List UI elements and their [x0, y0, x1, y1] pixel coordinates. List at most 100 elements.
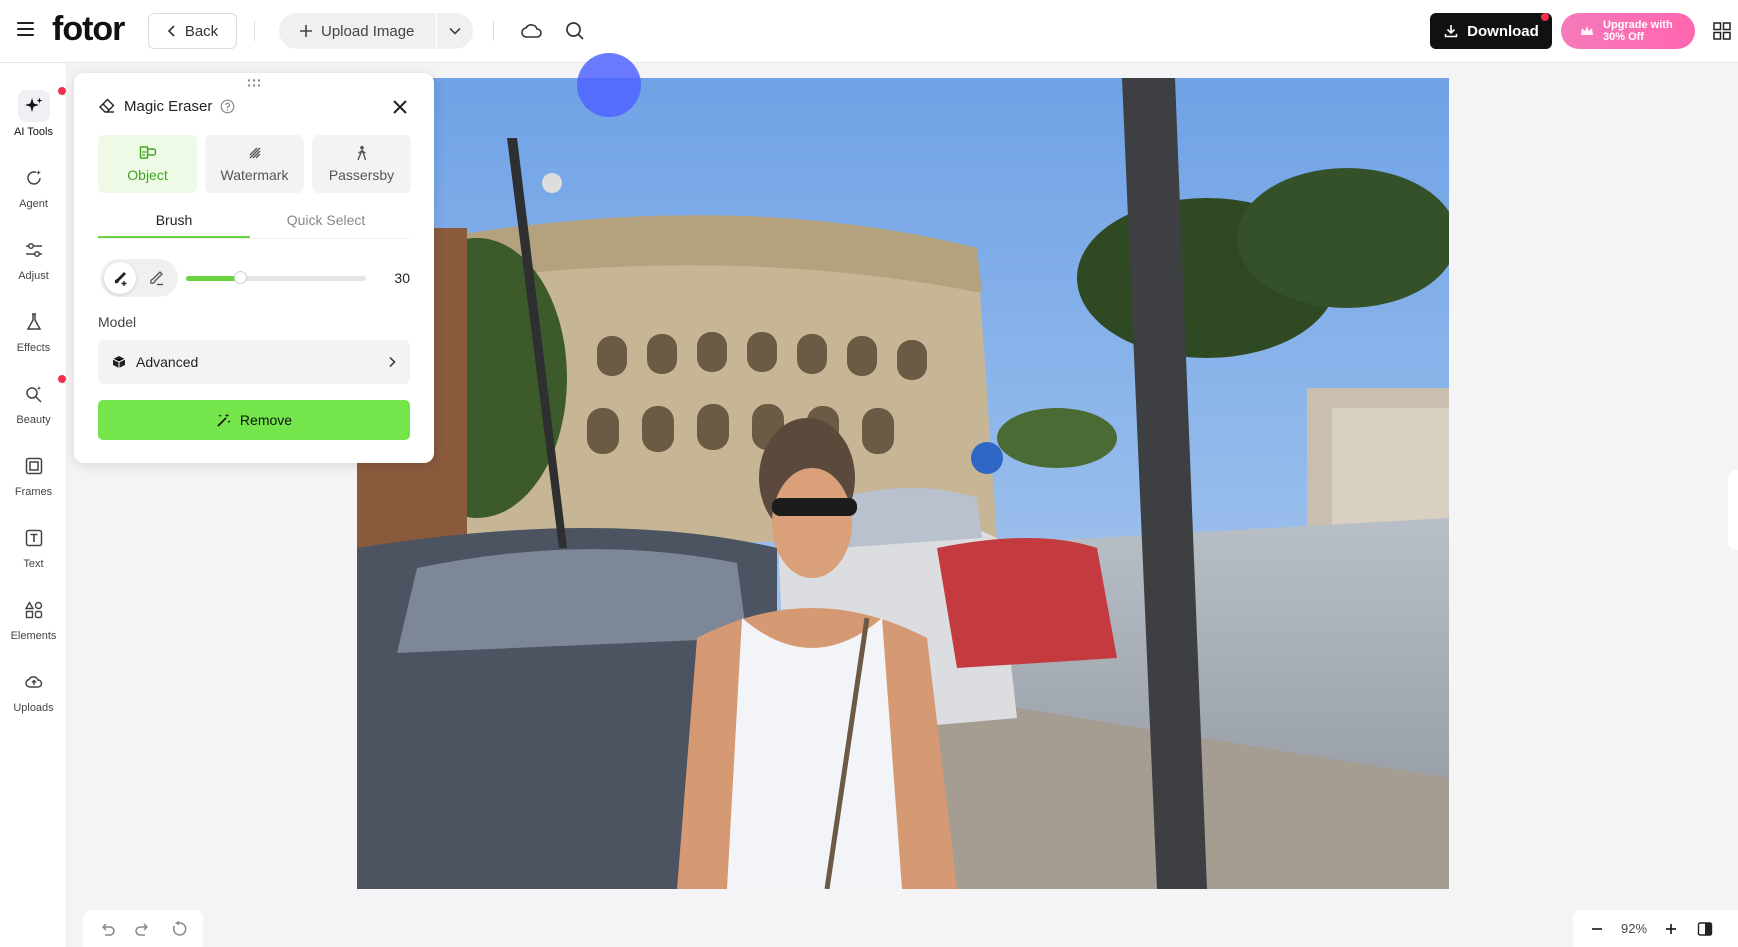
fotor-logo[interactable]: fotor: [52, 10, 125, 49]
canvas-photo[interactable]: [357, 78, 1449, 889]
zoom-in-icon[interactable]: [1661, 919, 1681, 939]
download-button[interactable]: Download: [1430, 13, 1552, 49]
brush-tool-toggle: [100, 259, 178, 297]
zoom-level[interactable]: 92%: [1621, 921, 1647, 936]
sidebar-item-ai-tools[interactable]: AI Tools: [0, 90, 67, 154]
left-sidebar: AI Tools Agent Adjust Effects Beauty Fra…: [0, 63, 67, 947]
panel-title: Magic Eraser: [124, 97, 213, 115]
magic-eraser-panel: Magic Eraser Object Watermark Passersby …: [74, 73, 434, 463]
watermark-icon: [249, 147, 260, 159]
sidebar-item-uploads[interactable]: Uploads: [0, 666, 67, 730]
apps-grid-icon[interactable]: [1713, 22, 1731, 40]
plus-icon: [300, 25, 312, 37]
model-value: Advanced: [136, 354, 199, 370]
close-icon[interactable]: [390, 97, 410, 117]
sparkle-icon: [17, 90, 50, 122]
mode-passersby[interactable]: Passersby: [312, 135, 411, 193]
sidebar-item-beauty[interactable]: Beauty: [0, 378, 67, 442]
sidebar-item-agent[interactable]: Agent: [0, 162, 67, 226]
model-select[interactable]: Advanced: [98, 340, 410, 384]
sidebar-item-label: Frames: [14, 486, 53, 498]
crown-icon: [1581, 26, 1593, 35]
sidebar-item-label: Adjust: [18, 270, 49, 282]
selection-tabs: Brush Quick Select: [98, 203, 410, 239]
notification-dot: [58, 375, 66, 383]
eraser-mode-selector: Object Watermark Passersby: [98, 135, 411, 193]
object-icon: [139, 146, 156, 159]
sidebar-item-effects[interactable]: Effects: [0, 306, 67, 370]
mode-label: Watermark: [220, 167, 289, 183]
download-label: Download: [1467, 22, 1539, 40]
upload-image-label: Upload Image: [321, 22, 415, 40]
flask-icon: [18, 306, 50, 338]
beauty-icon: [18, 378, 50, 410]
cloud-upload-icon: [18, 666, 50, 698]
slider-fill: [186, 276, 240, 281]
agent-icon: [18, 162, 50, 194]
text-icon: [18, 522, 50, 554]
divider: [493, 21, 494, 41]
mode-object[interactable]: Object: [98, 135, 197, 193]
cube-icon: [112, 356, 126, 368]
remove-button[interactable]: Remove: [98, 400, 410, 440]
brush-size-slider[interactable]: [186, 271, 366, 284]
remove-label: Remove: [239, 412, 293, 428]
divider: [254, 21, 255, 41]
sidebar-item-label: Agent: [19, 198, 48, 210]
photo-illustration: [357, 78, 1449, 889]
undo-icon[interactable]: [95, 917, 119, 941]
chevron-left-icon: [167, 25, 175, 37]
upgrade-button[interactable]: Upgrade with 30% Off: [1561, 13, 1695, 49]
drag-handle-icon[interactable]: [246, 78, 262, 88]
mode-watermark[interactable]: Watermark: [205, 135, 304, 193]
top-bar: fotor Back Upload Image Download Upgrade…: [0, 0, 1738, 63]
zoom-out-icon[interactable]: [1587, 919, 1607, 939]
help-icon[interactable]: [220, 99, 235, 114]
back-label: Back: [184, 22, 219, 40]
sidebar-item-label: AI Tools: [14, 126, 53, 138]
shapes-icon: [18, 594, 50, 626]
notification-dot: [58, 87, 66, 95]
sidebar-item-frames[interactable]: Frames: [0, 450, 67, 514]
chevron-right-icon: [389, 356, 396, 368]
brush-erase-icon[interactable]: [140, 262, 172, 294]
back-button[interactable]: Back: [148, 13, 237, 49]
reset-icon[interactable]: [167, 917, 191, 941]
slider-handle[interactable]: [234, 271, 247, 284]
passersby-icon: [356, 145, 366, 161]
sidebar-item-label: Text: [23, 558, 44, 570]
hamburger-menu-icon[interactable]: [14, 18, 40, 44]
upload-dropdown-button[interactable]: [437, 13, 473, 49]
brush-cursor[interactable]: [577, 53, 641, 117]
search-icon[interactable]: [563, 19, 587, 43]
cloud-icon[interactable]: [520, 19, 544, 43]
brush-add-icon[interactable]: [104, 262, 136, 294]
upgrade-line-1: Upgrade with: [1603, 19, 1673, 31]
notification-dot: [1541, 13, 1549, 21]
sidebar-item-label: Uploads: [13, 702, 54, 714]
sidebar-item-label: Beauty: [16, 414, 51, 426]
zoom-controls: 92%: [1573, 910, 1738, 947]
sliders-icon: [18, 234, 50, 266]
sidebar-item-elements[interactable]: Elements: [0, 594, 67, 658]
right-panel-toggle[interactable]: [1728, 470, 1738, 550]
sidebar-item-text[interactable]: Text: [0, 522, 67, 586]
frame-icon: [18, 450, 50, 482]
model-label: Model: [98, 314, 137, 330]
mode-label: Object: [127, 167, 168, 183]
sidebar-item-adjust[interactable]: Adjust: [0, 234, 67, 298]
sidebar-item-label: Elements: [10, 630, 57, 642]
upgrade-line-2: 30% Off: [1603, 31, 1644, 43]
upload-image-control: Upload Image: [279, 13, 473, 49]
tab-quick-select[interactable]: Quick Select: [250, 203, 402, 238]
panel-header: Magic Eraser: [98, 97, 235, 115]
sidebar-item-label: Effects: [16, 342, 51, 354]
compare-icon[interactable]: [1695, 919, 1715, 939]
download-icon: [1444, 25, 1458, 38]
history-controls: [83, 910, 203, 947]
eraser-icon: [99, 98, 115, 113]
magic-wand-icon: [217, 413, 231, 427]
tab-brush[interactable]: Brush: [98, 203, 250, 238]
upload-image-button[interactable]: Upload Image: [279, 13, 436, 49]
redo-icon[interactable]: [131, 917, 155, 941]
